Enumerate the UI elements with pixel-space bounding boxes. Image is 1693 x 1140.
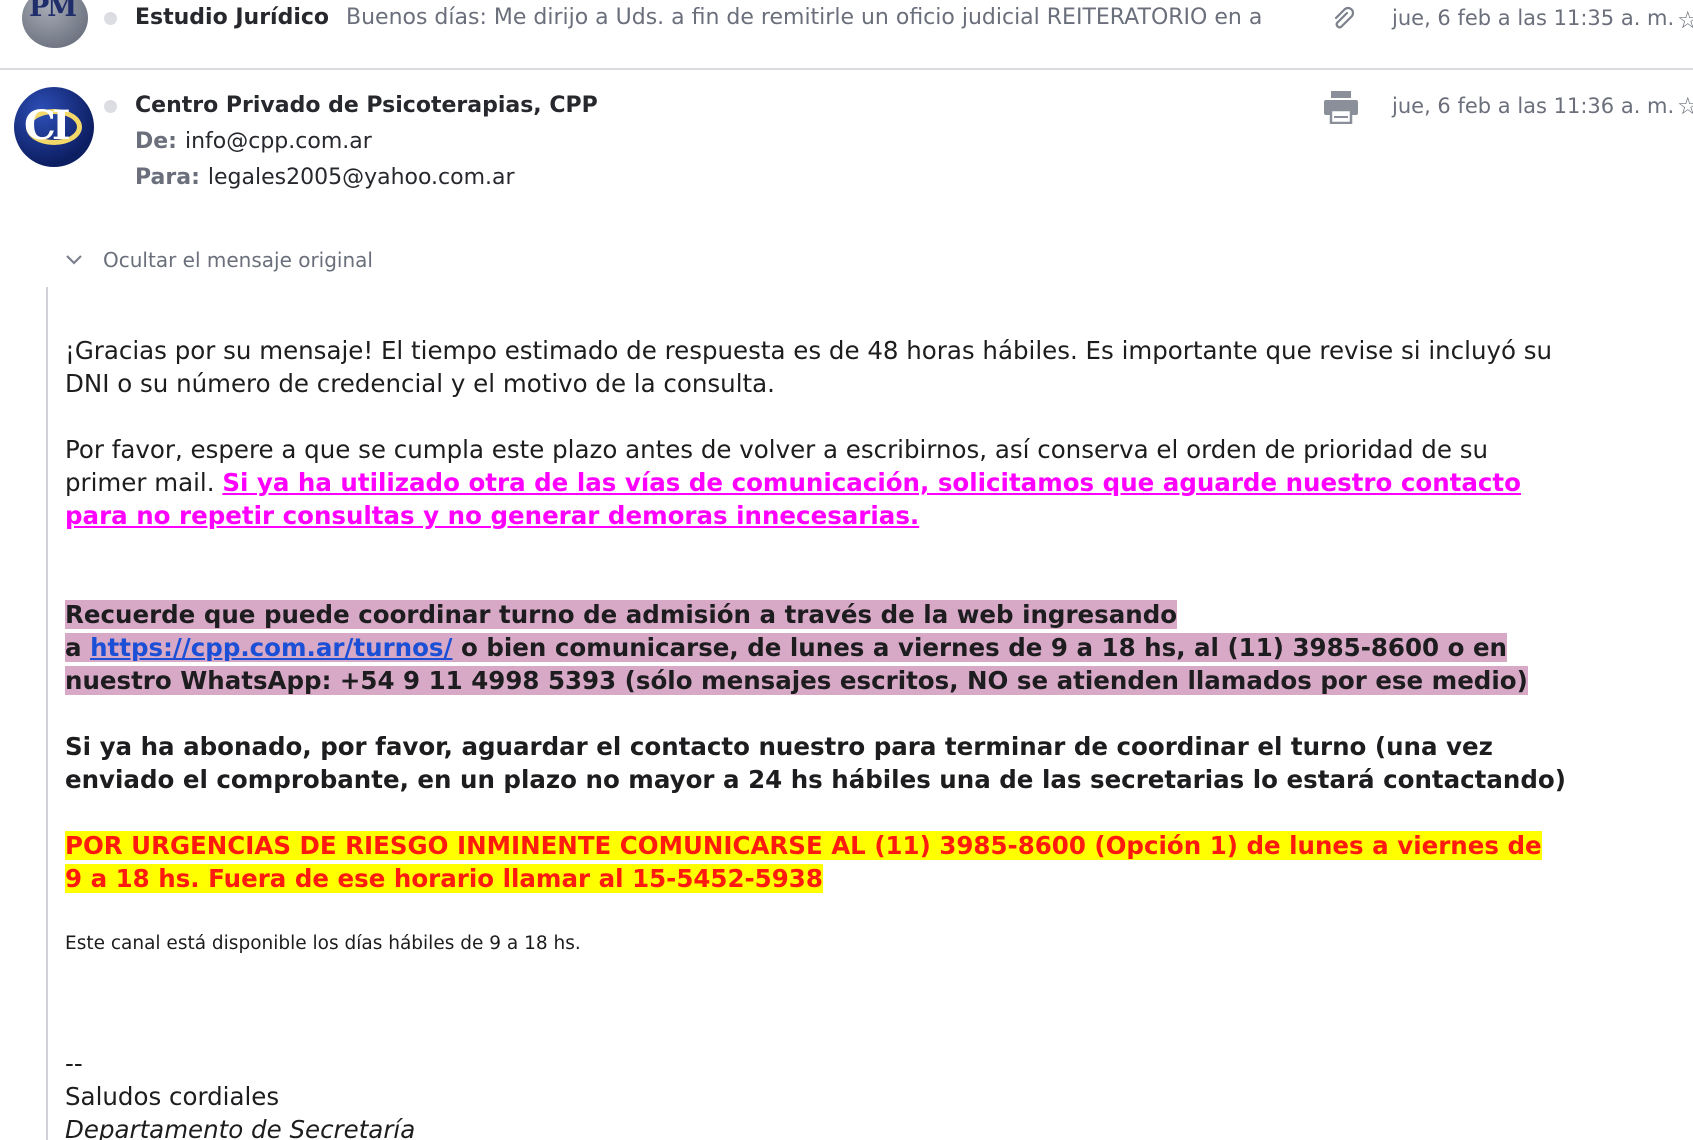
urgent-notice: 9 a 18 hs. Fuera de ese horario llamar a… (65, 864, 823, 893)
read-status-dot (104, 100, 117, 113)
previous-sender-name: Estudio Jurídico (135, 5, 330, 30)
highlighted-notice: para no repetir consultas y no generar d… (65, 501, 920, 530)
body-paragraph-5-line-2: 9 a 18 hs. Fuera de ese horario llamar a… (65, 862, 823, 895)
sender-avatar: CI (14, 87, 94, 167)
body-paragraph-3-line-3: nuestro WhatsApp: +54 9 11 4998 5393 (só… (65, 664, 1528, 697)
from-label: De: (135, 129, 177, 154)
star-icon[interactable]: ☆ (1677, 92, 1693, 120)
body-text: o bien comunicarse, de lunes a viernes d… (461, 633, 1507, 662)
sender-name[interactable]: Centro Privado de Psicoterapias, CPP (135, 93, 598, 118)
booking-info: Recuerde que puede coordinar turno de ad… (65, 600, 1178, 629)
body-paragraph-4-line-2: enviado el comprobante, en un plazo no m… (65, 765, 1566, 794)
chevron-down-icon (66, 255, 82, 265)
body-paragraph-2-line-2: primer mail. Si ya ha utilizado otra de … (65, 466, 1521, 499)
to-address[interactable]: legales2005@yahoo.com.ar (208, 165, 515, 190)
printer-icon[interactable] (1323, 90, 1359, 124)
booking-link[interactable]: https://cpp.com.ar/turnos/ (90, 633, 452, 662)
previous-message-row[interactable]: PM Estudio Jurídico Buenos días: Me diri… (0, 0, 1693, 70)
body-paragraph-1-line-1: ¡Gracias por su mensaje! El tiempo estim… (65, 336, 1553, 365)
previous-message-date: jue, 6 feb a las 11:35 a. m. (1392, 6, 1675, 30)
body-paragraph-3-line-2: a https://cpp.com.ar/turnos/ o bien comu… (65, 631, 1507, 664)
to-label: Para: (135, 165, 200, 190)
signature-department: Departamento de Secretaría (65, 1115, 416, 1140)
paperclip-icon (1334, 6, 1355, 29)
highlighted-notice: Si ya ha utilizado otra de las vías de c… (222, 468, 1521, 497)
body-paragraph-2-line-3: para no repetir consultas y no generar d… (65, 499, 919, 532)
message-date: jue, 6 feb a las 11:36 a. m. (1392, 94, 1675, 118)
to-line: Para: legales2005@yahoo.com.ar (135, 165, 515, 190)
availability-note: Este canal está disponible los días hábi… (65, 933, 581, 954)
body-paragraph-4-line-1: Si ya ha abonado, por favor, aguardar el… (65, 732, 1493, 761)
previous-message-snippet: Buenos días: Me dirijo a Uds. a fin de r… (346, 5, 1263, 30)
body-paragraph-5-line-1: POR URGENCIAS DE RIESGO INMINENTE COMUNI… (65, 829, 1542, 862)
avatar-initials: PM (29, 0, 77, 23)
signature-separator: -- (65, 1049, 83, 1078)
from-address[interactable]: info@cpp.com.ar (185, 129, 372, 154)
toggle-label: Ocultar el mensaje original (103, 248, 373, 272)
body-text: primer mail. (65, 468, 215, 497)
quote-bar (46, 287, 48, 1140)
signature-greeting: Saludos cordiales (65, 1082, 280, 1111)
avatar-initials: CI (24, 102, 71, 149)
booking-info: a https://cpp.com.ar/turnos/ o bien comu… (65, 633, 1507, 662)
body-paragraph-3-line-1: Recuerde que puede coordinar turno de ad… (65, 598, 1178, 631)
sender-avatar: PM (22, 0, 88, 48)
from-line: De: info@cpp.com.ar (135, 129, 372, 154)
unread-dot (104, 12, 117, 25)
body-paragraph-2-line-1: Por favor, espere a que se cumpla este p… (65, 435, 1488, 464)
body-paragraph-1-line-2: DNI o su número de credencial y el motiv… (65, 369, 775, 398)
urgent-notice: POR URGENCIAS DE RIESGO INMINENTE COMUNI… (65, 831, 1542, 860)
booking-info: nuestro WhatsApp: +54 9 11 4998 5393 (só… (65, 666, 1528, 695)
star-icon[interactable]: ☆ (1677, 6, 1693, 34)
body-text: a (65, 633, 82, 662)
